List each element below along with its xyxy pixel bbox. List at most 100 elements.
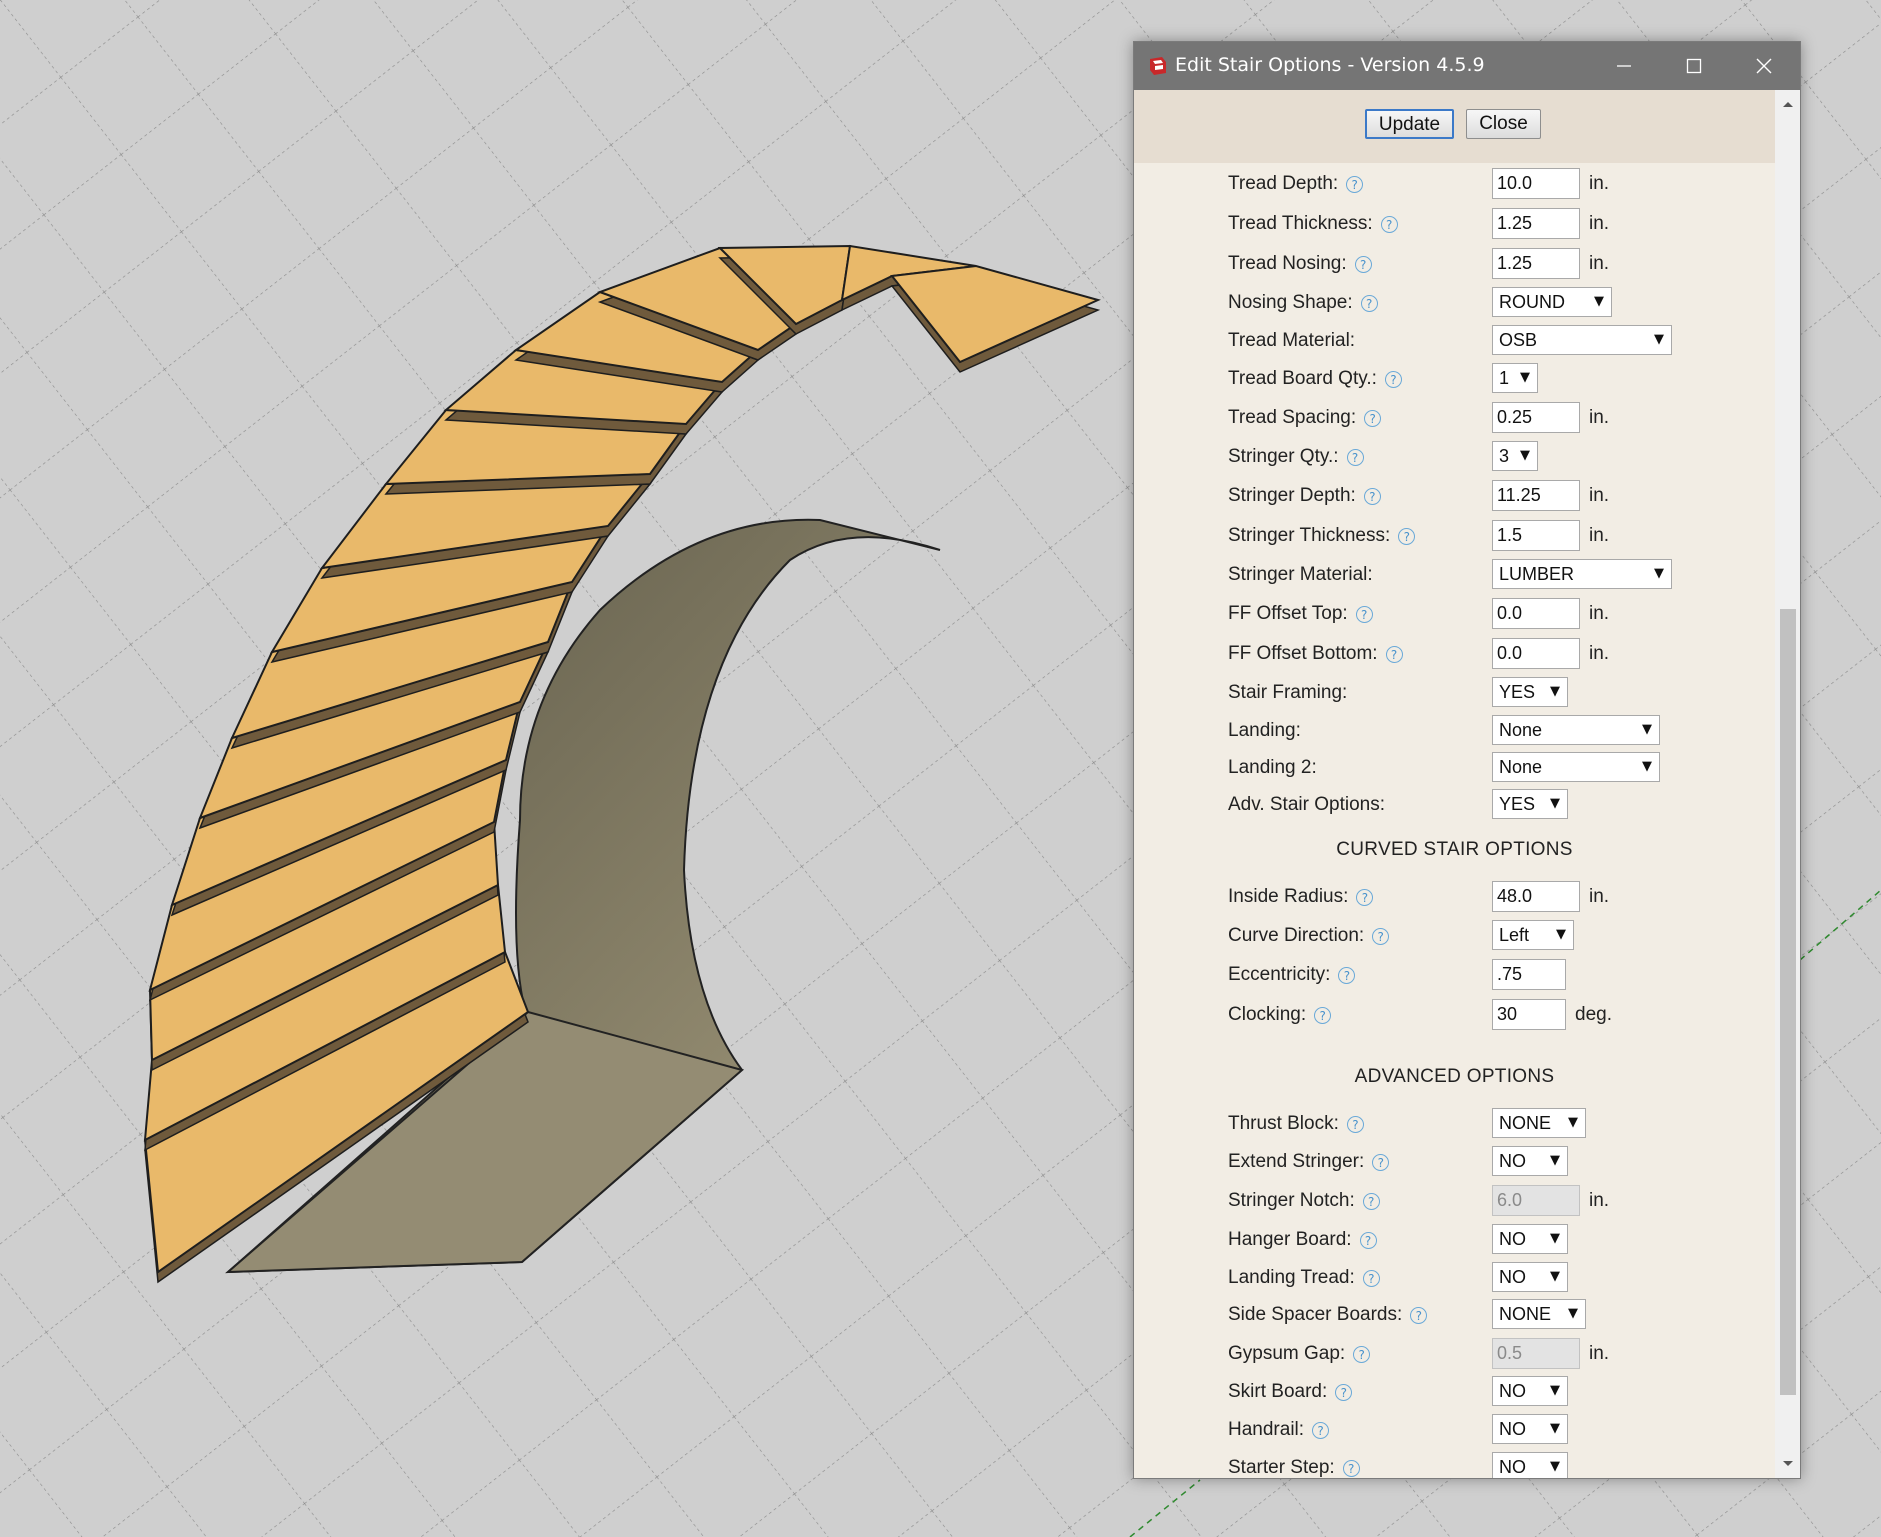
skirt-board-select-value: NO <box>1499 1381 1526 1401</box>
help-icon[interactable]: ? <box>1359 1231 1377 1249</box>
help-icon[interactable]: ? <box>1410 1306 1428 1324</box>
side-spacer-boards-label-wrap: Side Spacer Boards:? <box>1228 1304 1428 1326</box>
help-icon[interactable]: ? <box>1398 527 1416 545</box>
stringer-qty-select[interactable]: 3 ▼ <box>1492 441 1538 471</box>
update-button[interactable]: Update <box>1365 109 1454 139</box>
tread-material-select[interactable]: OSB ▼ <box>1492 325 1672 355</box>
help-icon[interactable]: ? <box>1363 487 1381 505</box>
tread-depth-label: Tread Depth: <box>1228 173 1339 194</box>
tread-thickness-label: Tread Thickness: <box>1228 213 1373 234</box>
ff-offset-bottom-label-wrap: FF Offset Bottom:? <box>1228 643 1403 665</box>
help-icon[interactable]: ? <box>1335 1383 1353 1401</box>
scroll-down-button[interactable] <box>1775 1450 1800 1478</box>
chevron-down-icon: ▼ <box>1520 370 1530 385</box>
adv-stair-options-select[interactable]: YES ▼ <box>1492 789 1568 819</box>
handrail-select-value: NO <box>1499 1419 1526 1439</box>
hanger-board-select[interactable]: NO ▼ <box>1492 1224 1568 1254</box>
help-icon[interactable]: ? <box>1372 927 1390 945</box>
ff-offset-top-input[interactable]: 0.0 <box>1492 598 1580 629</box>
window-title: Edit Stair Options - Version 4.5.9 <box>1175 54 1485 76</box>
stringer-thickness-input[interactable]: 1.5 <box>1492 520 1580 551</box>
row-tread-thickness: Tread Thickness:? 1.25 in. <box>1134 207 1775 241</box>
stringer-depth-input[interactable]: 11.25 <box>1492 480 1580 511</box>
help-icon[interactable]: ? <box>1385 645 1403 663</box>
tread-board-qty-select[interactable]: 1 ▼ <box>1492 363 1538 393</box>
eccentricity-label-wrap: Eccentricity:? <box>1228 964 1356 986</box>
help-icon[interactable]: ? <box>1353 1345 1371 1363</box>
landing-select[interactable]: None ▼ <box>1492 715 1660 745</box>
ff-offset-bottom-input[interactable]: 0.0 <box>1492 638 1580 669</box>
help-icon[interactable]: ? <box>1380 215 1398 233</box>
help-icon[interactable]: ? <box>1356 888 1374 906</box>
help-icon[interactable]: ? <box>1314 1006 1332 1024</box>
tread-thickness-input[interactable]: 1.25 <box>1492 208 1580 239</box>
handrail-select[interactable]: NO ▼ <box>1492 1414 1568 1444</box>
inside-radius-label: Inside Radius: <box>1228 886 1349 907</box>
curve-direction-select[interactable]: Left ▼ <box>1492 920 1574 950</box>
inside-radius-input[interactable]: 48.0 <box>1492 881 1580 912</box>
maximize-button[interactable] <box>1659 42 1729 90</box>
help-icon[interactable]: ? <box>1346 175 1364 193</box>
chevron-down-icon: ▼ <box>1556 927 1566 942</box>
help-icon[interactable]: ? <box>1346 448 1364 466</box>
tread-spacing-unit: in. <box>1589 407 1610 428</box>
title-bar[interactable]: Edit Stair Options - Version 4.5.9 <box>1134 42 1800 90</box>
help-icon[interactable]: ? <box>1384 370 1402 388</box>
close-window-button[interactable] <box>1729 42 1799 90</box>
close-button[interactable]: Close <box>1466 109 1541 139</box>
stringer-notch-input: 6.0 <box>1492 1185 1580 1216</box>
chevron-down-icon: ▼ <box>1654 332 1664 347</box>
row-thrust-block: Thrust Block:? NONE ▼ <box>1134 1107 1775 1141</box>
row-clocking: Clocking:? 30 deg. <box>1134 998 1775 1032</box>
help-icon[interactable]: ? <box>1354 255 1372 273</box>
scroll-up-button[interactable] <box>1775 90 1800 118</box>
help-icon[interactable]: ? <box>1312 1421 1330 1439</box>
scrollbar-thumb[interactable] <box>1780 609 1796 1395</box>
landing-2-select[interactable]: None ▼ <box>1492 752 1660 782</box>
row-tread-nosing: Tread Nosing:? 1.25 in. <box>1134 247 1775 281</box>
chevron-down-icon: ▼ <box>1550 1459 1560 1474</box>
help-icon[interactable]: ? <box>1342 1459 1360 1477</box>
help-icon[interactable]: ? <box>1372 1153 1390 1171</box>
eccentricity-input[interactable]: .75 <box>1492 959 1566 990</box>
scrollbar[interactable] <box>1775 90 1800 1478</box>
stringer-material-select[interactable]: LUMBER ▼ <box>1492 559 1672 589</box>
tread-spacing-label: Tread Spacing: <box>1228 407 1357 428</box>
chevron-down-icon: ▼ <box>1550 1383 1560 1398</box>
extend-stringer-select[interactable]: NO ▼ <box>1492 1146 1568 1176</box>
stringer-notch-unit: in. <box>1589 1190 1610 1211</box>
help-icon[interactable]: ? <box>1360 294 1378 312</box>
row-tread-material: Tread Material: OSB ▼ <box>1134 324 1775 358</box>
chevron-down-icon: ▼ <box>1654 566 1664 581</box>
help-icon[interactable]: ? <box>1338 966 1356 984</box>
help-icon[interactable]: ? <box>1362 1269 1380 1287</box>
hanger-board-label-wrap: Hanger Board:? <box>1228 1229 1377 1251</box>
landing-tread-select[interactable]: NO ▼ <box>1492 1262 1568 1292</box>
row-tread-spacing: Tread Spacing:? 0.25 in. <box>1134 401 1775 435</box>
row-landing: Landing: None ▼ <box>1134 714 1775 748</box>
tread-spacing-input[interactable]: 0.25 <box>1492 402 1580 433</box>
tread-thickness-label-wrap: Tread Thickness:? <box>1228 213 1398 235</box>
clocking-input[interactable]: 30 <box>1492 999 1566 1030</box>
skirt-board-select[interactable]: NO ▼ <box>1492 1376 1568 1406</box>
stringer-depth-label-wrap: Stringer Depth:? <box>1228 485 1381 507</box>
tread-depth-input[interactable]: 10.0 <box>1492 168 1580 199</box>
thrust-block-select[interactable]: NONE ▼ <box>1492 1108 1586 1138</box>
tread-material-label: Tread Material: <box>1228 330 1356 351</box>
help-icon[interactable]: ? <box>1355 605 1373 623</box>
nosing-shape-select[interactable]: ROUND ▼ <box>1492 287 1612 317</box>
help-icon[interactable]: ? <box>1346 1115 1364 1133</box>
help-icon[interactable]: ? <box>1364 409 1382 427</box>
minimize-button[interactable] <box>1589 42 1659 90</box>
gypsum-gap-label-wrap: Gypsum Gap:? <box>1228 1343 1371 1365</box>
adv-stair-options-label: Adv. Stair Options: <box>1228 794 1385 815</box>
tread-nosing-input[interactable]: 1.25 <box>1492 248 1580 279</box>
tread-board-qty-label-wrap: Tread Board Qty.:? <box>1228 368 1402 390</box>
starter-step-select[interactable]: NO ▼ <box>1492 1452 1568 1478</box>
sketchup-icon <box>1150 57 1166 75</box>
extend-stringer-label: Extend Stringer: <box>1228 1151 1365 1172</box>
stair-framing-select[interactable]: YES ▼ <box>1492 677 1568 707</box>
side-spacer-boards-select[interactable]: NONE ▼ <box>1492 1299 1586 1329</box>
ff-offset-top-label-wrap: FF Offset Top:? <box>1228 603 1373 625</box>
help-icon[interactable]: ? <box>1362 1192 1380 1210</box>
